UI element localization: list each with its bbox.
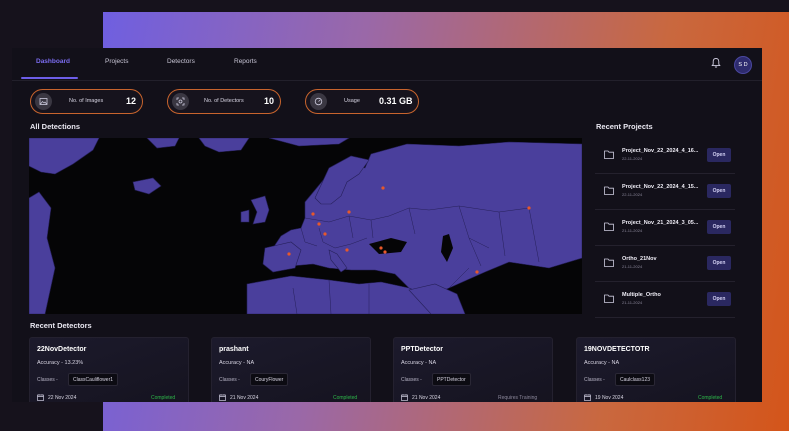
class-chip: Caulclass123: [615, 373, 656, 386]
calendar-icon: [219, 394, 226, 401]
top-nav: Dashboard Projects Detectors Reports S D: [12, 48, 762, 81]
calendar-icon: [37, 394, 44, 401]
app-window: Dashboard Projects Detectors Reports S D…: [12, 48, 762, 402]
status-badge: Requires Training: [498, 395, 538, 401]
open-project-button[interactable]: Open: [707, 220, 731, 234]
recent-projects-list: Project_Nov_22_2024_4_16... 22-11-2024 O…: [595, 138, 735, 318]
folder-icon: [604, 258, 614, 267]
detector-date: 21 Nov 2024: [230, 395, 259, 401]
detector-name: PPTDetector: [401, 346, 444, 353]
folder-icon: [604, 294, 614, 303]
usage-gauge-icon: [310, 93, 327, 110]
tab-reports[interactable]: Reports: [234, 58, 257, 65]
images-icon: [35, 93, 52, 110]
recent-detectors-title: Recent Detectors: [30, 321, 92, 330]
status-badge: Completed: [698, 395, 723, 401]
project-row[interactable]: Project_Nov_21_2024_3_05... 21-11-2024 O…: [595, 210, 735, 246]
stat-images-card: No. of Images 12: [30, 89, 143, 114]
detector-accuracy: Accuracy - NA: [219, 360, 255, 366]
project-date: 21-11-2024: [622, 228, 643, 233]
project-date: 22-11-2024: [622, 156, 643, 161]
detector-card[interactable]: 22NovDetector Accuracy - 13.23% Classes …: [29, 337, 189, 402]
tab-detectors[interactable]: Detectors: [167, 58, 195, 65]
detector-classes-label: Classes -: [219, 377, 240, 383]
stat-usage-label: Usage: [344, 98, 360, 104]
project-row[interactable]: Multiple_Ortho 21-11-2024 Open: [595, 282, 735, 318]
detector-classes-label: Classes -: [584, 377, 605, 383]
stat-detectors-label: No. of Detectors: [204, 98, 244, 104]
project-name: Project_Nov_22_2024_4_15...: [622, 184, 699, 190]
project-row[interactable]: Project_Nov_22_2024_4_15... 22-11-2024 O…: [595, 174, 735, 210]
stat-images-label: No. of Images: [69, 98, 104, 104]
bell-icon[interactable]: [710, 57, 722, 69]
folder-icon: [604, 222, 614, 231]
tab-dashboard[interactable]: Dashboard: [36, 58, 70, 65]
recent-projects-title: Recent Projects: [596, 122, 653, 131]
calendar-icon: [401, 394, 408, 401]
project-name: Project_Nov_21_2024_3_05...: [622, 220, 699, 226]
detector-accuracy: Accuracy - NA: [401, 360, 437, 366]
detector-date: 19 Nov 2024: [595, 395, 624, 401]
detector-card[interactable]: PPTDetector Accuracy - NA Classes - PPTD…: [393, 337, 553, 402]
detector-date: 22 Nov 2024: [48, 395, 77, 401]
project-name: Ortho_21Nov: [622, 256, 657, 262]
project-name: Project_Nov_22_2024_4_16...: [622, 148, 699, 154]
class-chip: CouryFlower: [250, 373, 289, 386]
project-row[interactable]: Project_Nov_22_2024_4_16... 22-11-2024 O…: [595, 138, 735, 174]
folder-icon: [604, 186, 614, 195]
detector-card[interactable]: 19NOVDETECTOTR Accuracy - NA Classes - C…: [576, 337, 736, 402]
detector-name: 19NOVDETECTOTR: [584, 346, 650, 353]
project-row[interactable]: Ortho_21Nov 21-11-2024 Open: [595, 246, 735, 282]
detector-accuracy: Accuracy - NA: [584, 360, 620, 366]
map-canvas: [29, 138, 582, 314]
all-detections-title: All Detections: [30, 122, 81, 131]
calendar-icon: [584, 394, 591, 401]
open-project-button[interactable]: Open: [707, 184, 731, 198]
detector-name: 22NovDetector: [37, 346, 87, 353]
project-name: Multiple_Ortho: [622, 292, 661, 298]
tab-projects[interactable]: Projects: [105, 58, 128, 65]
user-avatar[interactable]: S D: [734, 56, 752, 74]
stat-detectors-card: No. of Detectors 10: [167, 89, 281, 114]
active-tab-indicator: [21, 77, 78, 79]
status-badge: Completed: [333, 395, 358, 401]
stat-detectors-value: 10: [264, 96, 275, 106]
project-date: 21-11-2024: [622, 300, 643, 305]
detector-accuracy: Accuracy - 13.23%: [37, 360, 84, 366]
status-badge: Completed: [151, 395, 176, 401]
detections-map[interactable]: [29, 138, 582, 314]
detector-card[interactable]: prashant Accuracy - NA Classes - CouryFl…: [211, 337, 371, 402]
stat-usage-card: Usage 0.31 GB: [305, 89, 419, 114]
project-date: 21-11-2024: [622, 264, 643, 269]
open-project-button[interactable]: Open: [707, 292, 731, 306]
open-project-button[interactable]: Open: [707, 256, 731, 270]
stat-usage-value: 0.31 GB: [379, 96, 413, 106]
folder-icon: [604, 150, 614, 159]
detector-classes-label: Classes -: [401, 377, 422, 383]
class-chip: PPTDetector: [432, 373, 471, 386]
project-date: 22-11-2024: [622, 192, 643, 197]
detector-icon: [172, 93, 189, 110]
class-chip: ClassCauliflower1: [68, 373, 119, 386]
detector-classes-label: Classes -: [37, 377, 58, 383]
stat-images-value: 12: [126, 96, 137, 106]
detector-date: 21 Nov 2024: [412, 395, 441, 401]
open-project-button[interactable]: Open: [707, 148, 731, 162]
detector-name: prashant: [219, 346, 249, 353]
